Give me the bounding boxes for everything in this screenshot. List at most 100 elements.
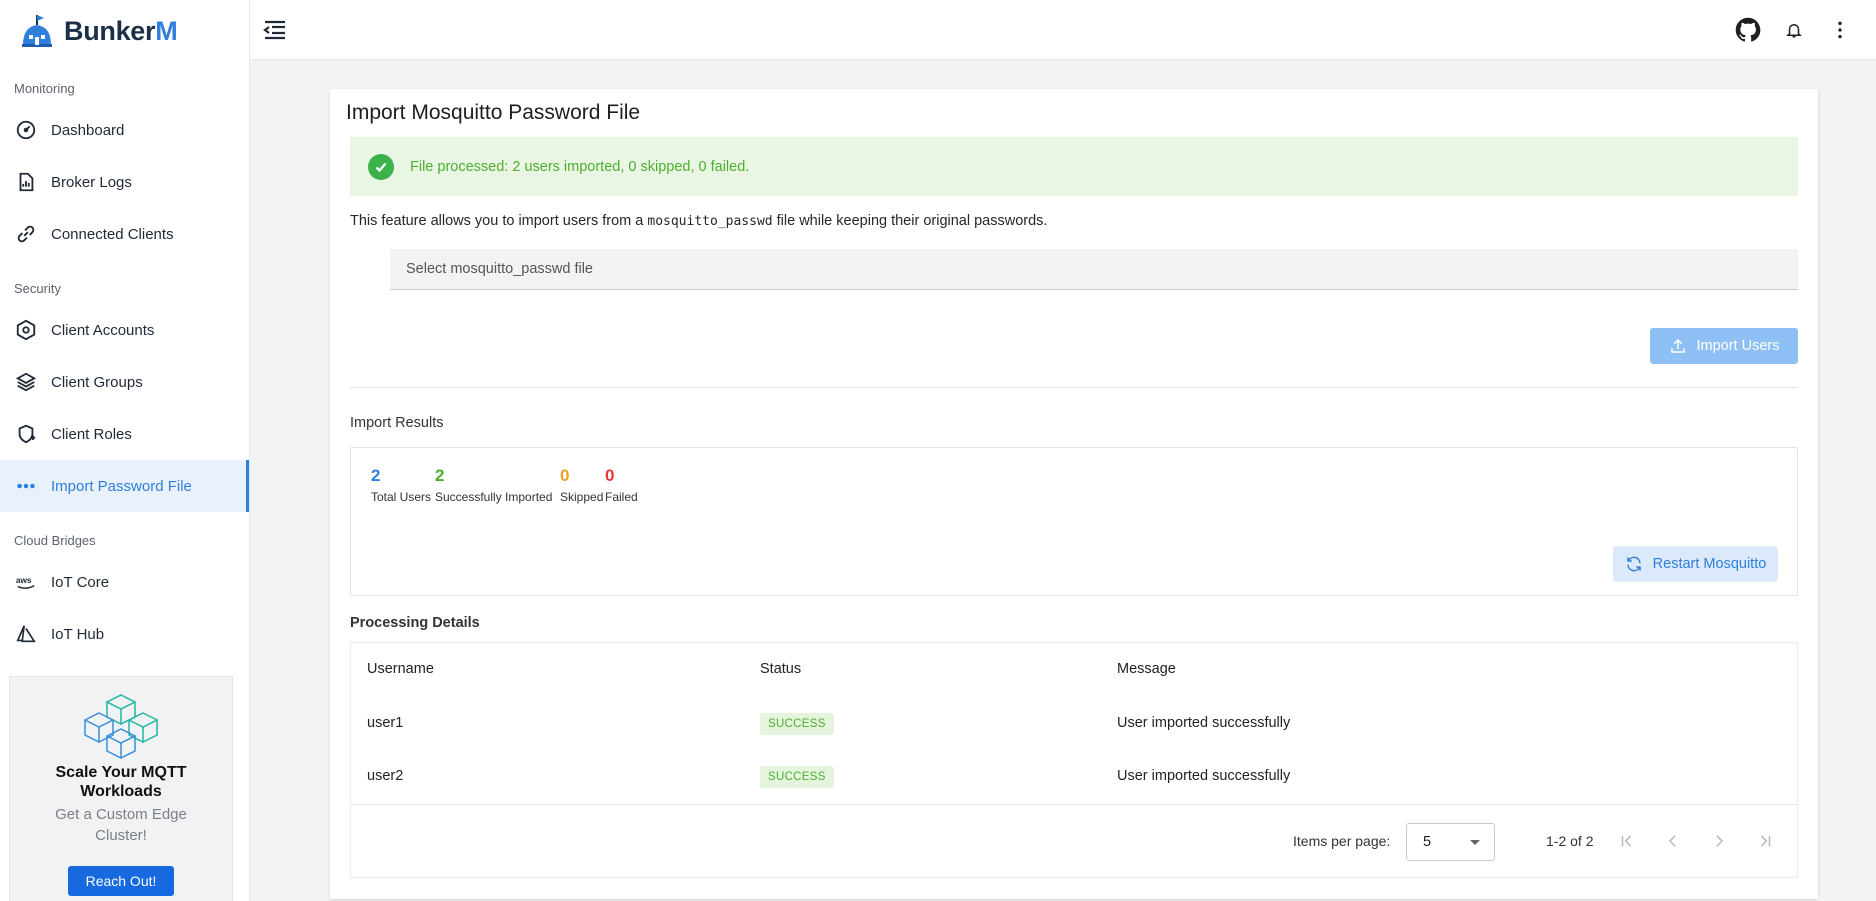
dashboard-gauge-icon [14,118,38,142]
sidebar-item-client-accounts[interactable]: Client Accounts [0,304,249,356]
sidebar-item-label: Broker Logs [51,173,132,191]
stat-label: Skipped [560,490,604,504]
link-icon [14,222,38,246]
upload-icon [1670,338,1685,353]
stat-value: 0 [560,466,570,485]
pagination-range: 1-2 of 2 [1546,833,1594,849]
table-row: user2 SUCCESS User imported successfully [351,750,1797,802]
cell-message: User imported successfully [1117,768,1291,784]
sidebar-item-broker-logs[interactable]: Broker Logs [0,156,249,208]
stat-label: Total Users [371,490,432,504]
page-title: Import Mosquitto Password File [346,101,641,124]
sidebar-item-label: Connected Clients [51,225,174,243]
bell-icon[interactable] [1778,14,1810,46]
cell-message: User imported successfully [1117,715,1291,731]
first-page-icon[interactable] [1615,829,1639,853]
section-title-monitoring: Monitoring [14,81,75,96]
brand-name-part2: M [155,15,178,46]
column-header-message[interactable]: Message [1117,643,1176,695]
file-select-input[interactable]: Select mosquitto_passwd file [390,249,1798,290]
stat-successfully-imported: 2 Successfully Imported [435,466,552,504]
topbar [250,0,1876,60]
brand-name-part1: Bunker [64,15,156,46]
shield-plus-icon [14,422,38,446]
column-header-status[interactable]: Status [760,643,801,695]
import-results-panel: 2 Total Users 2 Successfully Imported 0 … [350,447,1798,596]
stat-label: Failed [605,490,638,504]
import-card: Import Mosquitto Password File File proc… [330,89,1818,899]
github-icon[interactable] [1732,14,1764,46]
items-per-page-select[interactable]: 5 [1406,823,1495,861]
cell-username: user1 [367,715,404,731]
stat-total-users: 2 Total Users [371,466,431,504]
section-title-security: Security [14,281,61,296]
log-file-icon [14,170,38,194]
stat-label: Successfully Imported [435,490,553,504]
chevron-down-icon [1470,840,1480,845]
processing-details-table: Username Status Message user1 SUCCESS Us… [350,642,1798,878]
import-users-button[interactable]: Import Users [1650,328,1798,364]
more-vertical-icon[interactable] [1824,14,1856,46]
alert-message: File processed: 2 users imported, 0 skip… [410,158,750,175]
next-page-icon[interactable] [1707,829,1731,853]
import-results-title: Import Results [350,415,444,431]
refresh-icon [1626,556,1641,572]
layers-icon [14,370,38,394]
sidebar-item-iot-core[interactable]: aws IoT Core [0,556,249,608]
table-pagination: Items per page: 5 1-2 of 2 [351,804,1797,879]
restart-mosquitto-button[interactable]: Restart Mosquitto [1613,546,1778,582]
table-row: user1 SUCCESS User imported successfully [351,697,1797,749]
hexagon-icon [14,318,38,342]
sidebar: BunkerM Monitoring Dashboard Broker Logs… [0,0,250,901]
bunker-logo-icon [22,15,52,47]
status-badge: SUCCESS [760,713,834,735]
sidebar-item-label: IoT Core [51,573,110,591]
sidebar-item-label: Client Roles [51,425,132,443]
sidebar-item-client-roles[interactable]: Client Roles [0,408,249,460]
items-per-page-value: 5 [1423,834,1432,850]
previous-page-icon[interactable] [1661,829,1685,853]
stat-failed: 0 Failed [605,466,638,504]
azure-icon [14,622,38,646]
aws-icon: aws [14,570,38,594]
last-page-icon[interactable] [1753,829,1777,853]
menu-collapse-icon[interactable] [260,15,290,45]
check-circle-icon [368,153,394,180]
restart-mosquitto-label: Restart Mosquitto [1652,556,1767,572]
column-header-username[interactable]: Username [367,643,434,695]
cell-username: user2 [367,768,404,784]
sidebar-item-label: Client Accounts [51,321,155,339]
section-title-cloud-bridges: Cloud Bridges [14,533,96,548]
sidebar-item-import-password-file[interactable]: Import Password File [0,460,249,512]
items-per-page-label: Items per page: [1293,833,1391,849]
promo-card: Scale Your MQTT Workloads Get a Custom E… [9,676,233,901]
stat-value: 0 [605,466,615,485]
sidebar-item-client-groups[interactable]: Client Groups [0,356,249,408]
sidebar-item-label: Client Groups [51,373,143,391]
sidebar-item-label: Import Password File [51,477,192,495]
dots-icon [14,474,38,498]
sidebar-item-label: Dashboard [51,121,125,139]
stat-value: 2 [371,466,381,485]
table-header: Username Status Message [351,643,1797,695]
promo-title: Scale Your MQTT Workloads [55,764,187,800]
stat-value: 2 [435,466,445,485]
sidebar-item-connected-clients[interactable]: Connected Clients [0,208,249,260]
feature-description: This feature allows you to import users … [350,213,1047,229]
status-badge: SUCCESS [760,766,834,788]
sidebar-item-label: IoT Hub [51,625,105,643]
reach-out-button[interactable]: Reach Out! [67,866,175,896]
import-users-label: Import Users [1696,338,1780,354]
processing-details-title: Processing Details [350,615,480,631]
stat-skipped: 0 Skipped [560,466,603,504]
sidebar-item-iot-hub[interactable]: IoT Hub [0,608,249,660]
divider [350,387,1798,388]
description-text: file while keeping their original passwo… [772,213,1048,229]
sidebar-item-dashboard[interactable]: Dashboard [0,104,249,156]
brand[interactable]: BunkerM [0,0,249,62]
promo-subtitle: Get a Custom Edge Cluster! [55,806,187,844]
success-alert: File processed: 2 users imported, 0 skip… [350,137,1798,196]
description-text: This feature allows you to import users … [350,213,648,229]
svg-text:aws: aws [16,576,32,585]
description-code: mosquitto_passwd [647,214,773,229]
